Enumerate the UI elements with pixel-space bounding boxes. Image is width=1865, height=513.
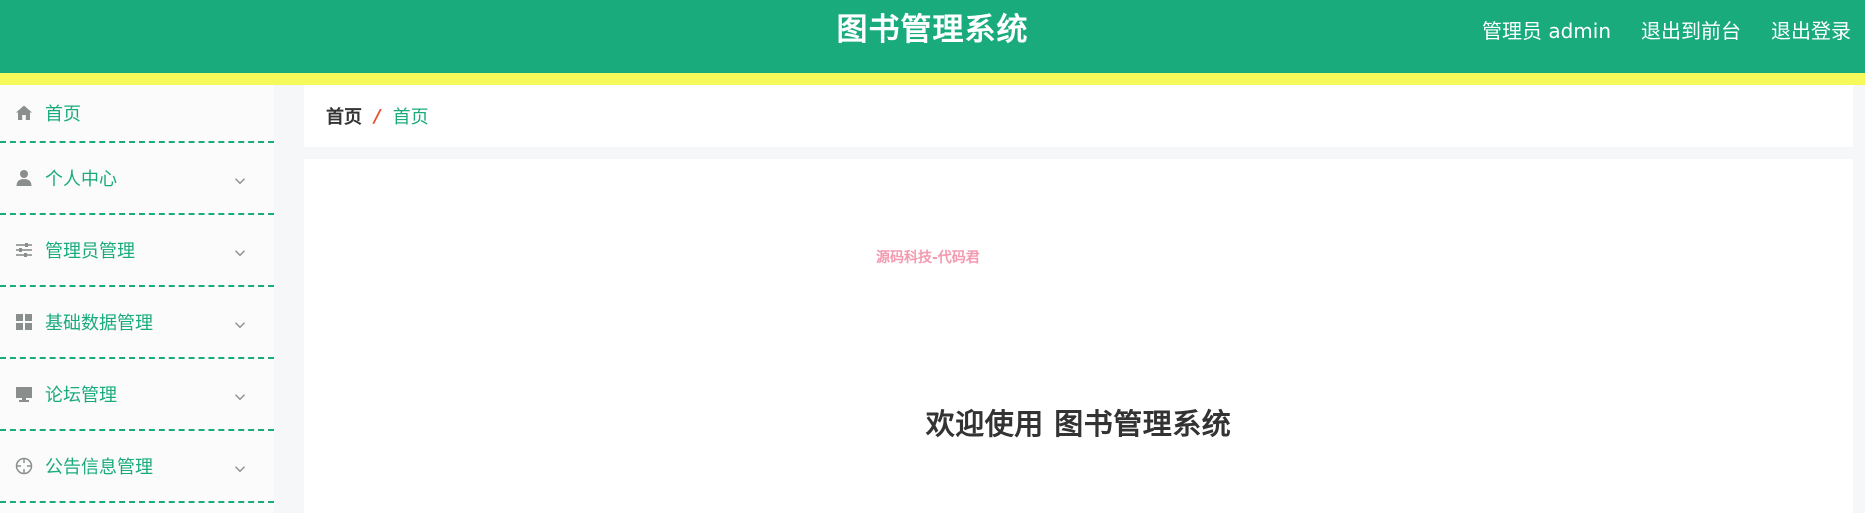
breadcrumb: 首页 / 首页: [326, 103, 429, 129]
logout-link[interactable]: 退出登录: [1771, 15, 1851, 44]
sidebar-item-forum-management[interactable]: 论坛管理: [0, 359, 274, 431]
chevron-down-icon[interactable]: [234, 459, 246, 473]
watermark-text: 源码科技-代码君: [876, 250, 980, 266]
breadcrumb-separator: /: [374, 105, 381, 127]
sidebar-item-personal-center[interactable]: 个人中心: [0, 143, 274, 215]
main-content: 源码科技-代码君 欢迎使用 图书管理系统: [304, 159, 1853, 513]
sidebar-item-label: 基础数据管理: [45, 313, 153, 334]
sidebar-item-label: 个人中心: [45, 169, 117, 190]
crosshair-icon: [14, 456, 34, 476]
sidebar-item-admin-management[interactable]: 管理员管理: [0, 215, 274, 287]
breadcrumb-bar: 首页 / 首页: [304, 85, 1853, 147]
breadcrumb-current: 首页: [392, 107, 429, 128]
monitor-icon: [14, 384, 34, 404]
home-icon: [14, 103, 34, 123]
top-header: 图书管理系统 管理员 admin 退出到前台 退出登录: [0, 0, 1865, 73]
sidebar-item-label: 管理员管理: [45, 241, 135, 262]
sidebar-item-label: 公告信息管理: [45, 457, 153, 478]
user-icon: [14, 168, 34, 188]
welcome-heading: 欢迎使用 图书管理系统: [925, 407, 1232, 441]
sidebar: 首页 个人中心 管理员管理 基础数据管理 论坛管理 公告信息管理: [0, 85, 274, 513]
sidebar-item-label: 论坛管理: [45, 385, 117, 406]
sidebar-item-label: 首页: [45, 104, 81, 125]
sidebar-item-home[interactable]: 首页: [0, 85, 274, 143]
grid-icon: [14, 312, 34, 332]
chevron-down-icon[interactable]: [234, 243, 246, 257]
sidebar-item-announcement-management[interactable]: 公告信息管理: [0, 431, 274, 503]
chevron-down-icon[interactable]: [234, 315, 246, 329]
sliders-icon: [14, 240, 34, 260]
accent-strip: [0, 73, 1865, 85]
header-actions: 管理员 admin 退出到前台 退出登录: [1482, 14, 1851, 44]
current-user-label: 管理员 admin: [1481, 18, 1611, 43]
chevron-down-icon[interactable]: [234, 387, 246, 401]
sidebar-item-base-data-management[interactable]: 基础数据管理: [0, 287, 274, 359]
exit-to-frontend-link[interactable]: 退出到前台: [1641, 15, 1741, 44]
chevron-down-icon[interactable]: [234, 171, 246, 185]
breadcrumb-home-link[interactable]: 首页: [326, 103, 362, 129]
